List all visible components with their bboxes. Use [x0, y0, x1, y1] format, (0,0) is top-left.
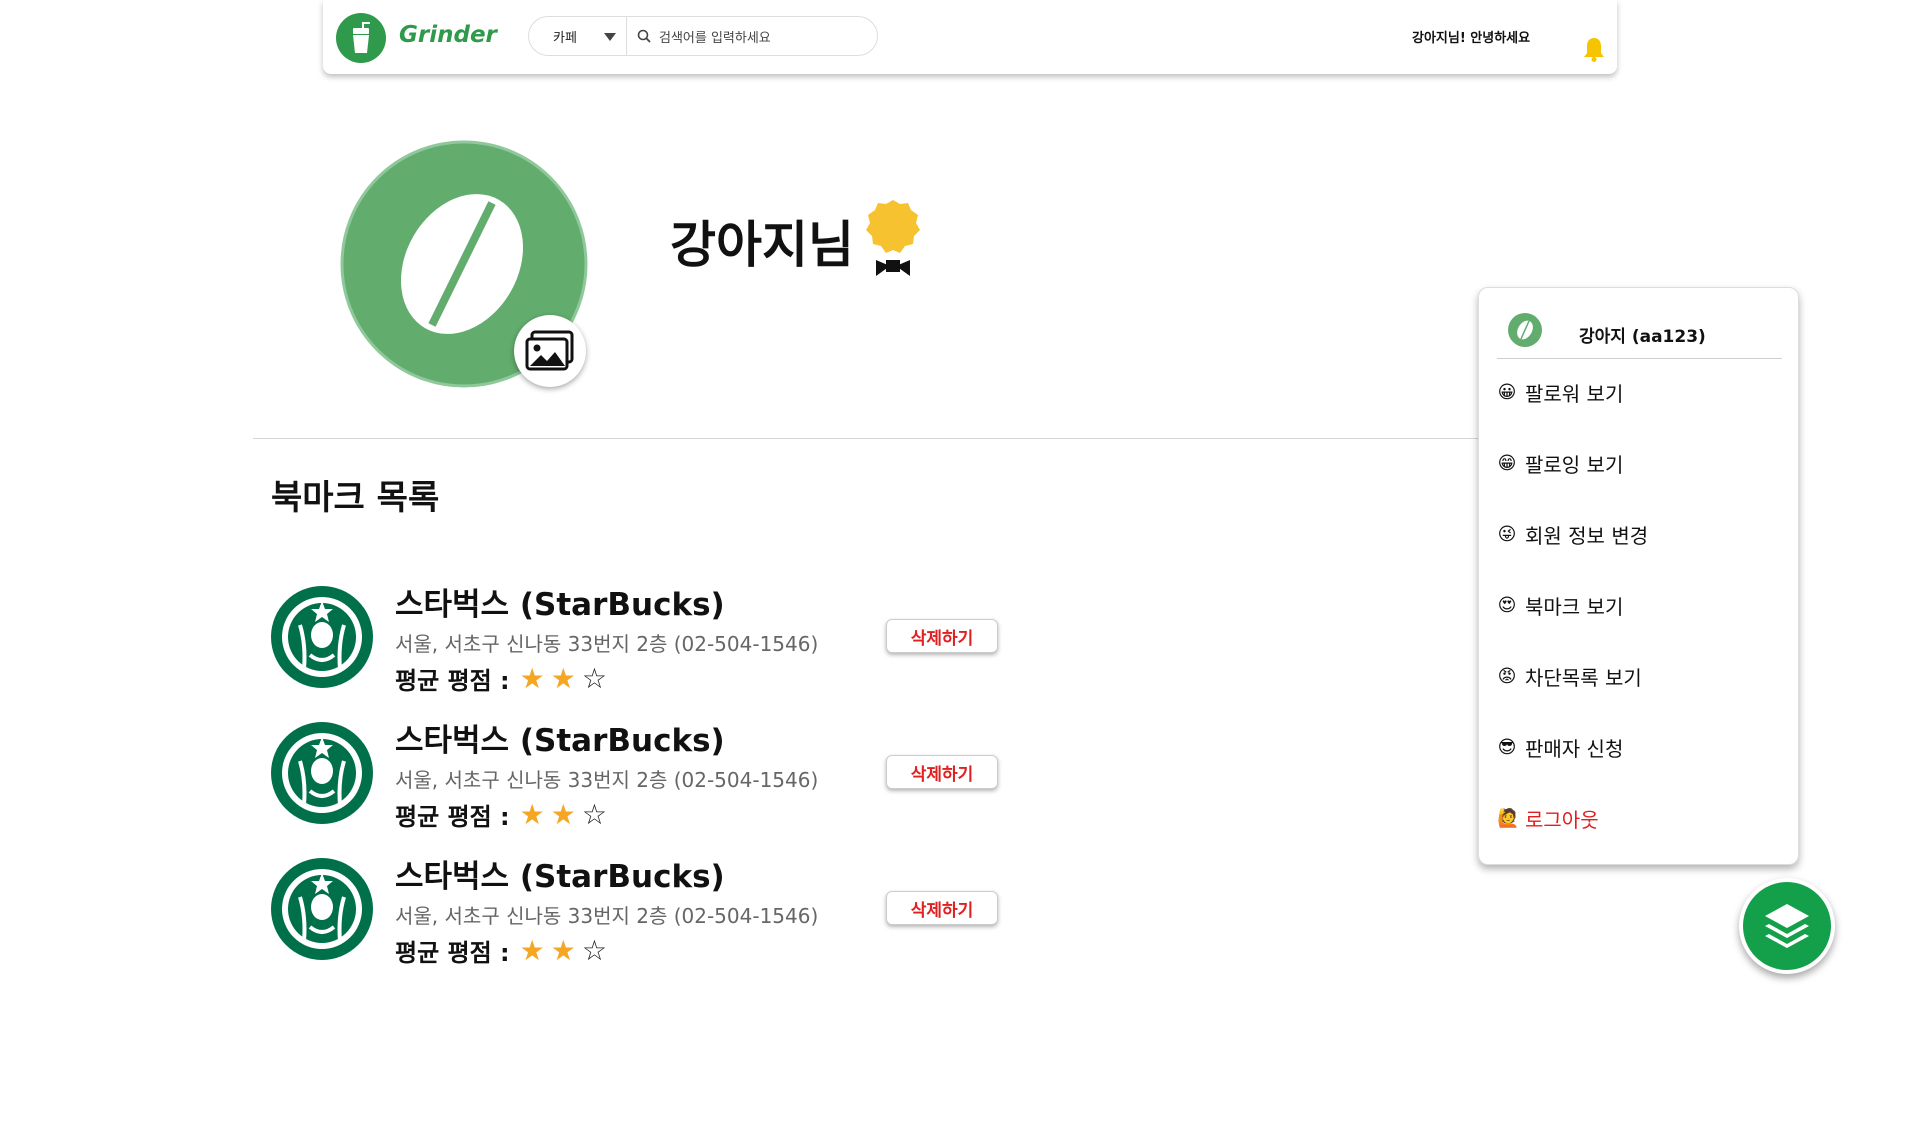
menu-item[interactable]: 😍 북마크 보기 [1497, 591, 1624, 620]
menu-item-label: 판매자 신청 [1525, 737, 1624, 761]
menu-item-label: 북마크 보기 [1525, 595, 1624, 619]
delete-bookmark-button[interactable]: 삭제하기 [886, 619, 998, 653]
grinder-logo-icon[interactable] [336, 13, 386, 63]
badge-icon [866, 200, 920, 276]
image-upload-icon [525, 330, 574, 371]
delete-bookmark-button[interactable]: 삭제하기 [886, 891, 998, 925]
caret-down-icon [604, 33, 616, 41]
change-avatar-button[interactable] [514, 315, 586, 387]
emoji-icon: 😁 [1497, 453, 1517, 474]
menu-item-label: 로그아웃 [1525, 808, 1599, 832]
emoji-icon: 🙋 [1497, 808, 1520, 829]
search-category-value: 카페 [553, 30, 577, 46]
rating-label: 평균 평점 : [395, 803, 510, 831]
profile-name: 강아지님 [670, 216, 854, 274]
bookmark-item[interactable]: 스타벅스 (StarBucks) 서울, 서초구 신나동 33번지 2층 (02… [270, 847, 1070, 967]
menu-item[interactable]: 😡 차단목록 보기 [1497, 662, 1642, 691]
cafe-address: 서울, 서초구 신나동 33번지 2층 (02-504-1546) [395, 632, 819, 656]
menu-item[interactable]: 😎 판매자 신청 [1497, 733, 1624, 762]
starbucks-logo [271, 586, 373, 688]
star-filled-icon: ★ [550, 661, 576, 695]
star-filled-icon: ★ [519, 933, 545, 967]
layers-icon [1765, 904, 1809, 948]
star-empty-icon: ☆ [581, 797, 607, 831]
cafe-rating: 평균 평점 : ★ ★ ☆ [395, 933, 607, 968]
star-filled-icon: ★ [519, 797, 545, 831]
cafe-name[interactable]: 스타벅스 (StarBucks) [395, 715, 725, 760]
rating-label: 평균 평점 : [395, 939, 510, 967]
top-navbar: Grinder 카페 강아지님! 안녕하세요 [323, 0, 1617, 74]
star-empty-icon: ☆ [581, 661, 607, 695]
section-divider [253, 438, 1490, 439]
cafe-address: 서울, 서초구 신나동 33번지 2층 (02-504-1546) [395, 904, 819, 928]
menu-item[interactable]: 🙋 로그아웃 [1497, 804, 1599, 833]
layers-fab-button[interactable] [1739, 878, 1835, 974]
greeting-text: 강아지님! 안녕하세요 [1412, 31, 1531, 46]
emoji-icon: 😍 [1497, 595, 1517, 616]
search-input[interactable] [657, 27, 861, 49]
brand-name[interactable]: Grinder [399, 22, 497, 48]
rating-stars: ★ ★ ☆ [519, 933, 607, 967]
bookmarks-title: 북마크 목록 [271, 478, 440, 518]
search-category-select[interactable]: 카페 [529, 17, 627, 55]
emoji-icon: 😡 [1497, 666, 1517, 687]
menu-item-label: 팔로워 보기 [1525, 382, 1624, 406]
delete-bookmark-button[interactable]: 삭제하기 [886, 755, 998, 789]
search-bar: 카페 [528, 16, 878, 56]
emoji-icon: 😎 [1497, 737, 1517, 758]
starbucks-logo [271, 858, 373, 960]
menu-item[interactable]: 😜 회원 정보 변경 [1497, 520, 1649, 549]
menu-header: 강아지 (aa123) [1497, 308, 1782, 359]
cafe-name[interactable]: 스타벅스 (StarBucks) [395, 579, 725, 624]
rating-stars: ★ ★ ☆ [519, 661, 607, 695]
starbucks-logo [271, 722, 373, 824]
rating-stars: ★ ★ ☆ [519, 797, 607, 831]
cafe-address: 서울, 서초구 신나동 33번지 2층 (02-504-1546) [395, 768, 819, 792]
search-icon [637, 29, 651, 43]
rating-label: 평균 평점 : [395, 667, 510, 695]
menu-username: 강아지 (aa123) [1579, 327, 1706, 347]
cafe-name[interactable]: 스타벅스 (StarBucks) [395, 851, 725, 896]
emoji-icon: 😀 [1497, 382, 1517, 403]
menu-avatar [1508, 313, 1542, 347]
menu-item-label: 차단목록 보기 [1525, 666, 1642, 690]
menu-item[interactable]: 😁 팔로잉 보기 [1497, 449, 1624, 478]
menu-item-label: 회원 정보 변경 [1525, 524, 1649, 548]
cafe-rating: 평균 평점 : ★ ★ ☆ [395, 797, 607, 832]
bookmark-item[interactable]: 스타벅스 (StarBucks) 서울, 서초구 신나동 33번지 2층 (02… [270, 575, 1070, 695]
menu-item-label: 팔로잉 보기 [1525, 453, 1624, 477]
star-empty-icon: ☆ [581, 933, 607, 967]
user-dropdown-menu: 강아지 (aa123) 😀 팔로워 보기 😁 팔로잉 보기 😜 회원 정보 변경 😍 … [1478, 287, 1799, 865]
cafe-rating: 평균 평점 : ★ ★ ☆ [395, 661, 607, 696]
emoji-icon: 😜 [1497, 524, 1517, 545]
star-filled-icon: ★ [550, 797, 576, 831]
bookmark-item[interactable]: 스타벅스 (StarBucks) 서울, 서초구 신나동 33번지 2층 (02… [270, 711, 1070, 831]
menu-item[interactable]: 😀 팔로워 보기 [1497, 378, 1624, 407]
star-filled-icon: ★ [550, 933, 576, 967]
star-filled-icon: ★ [519, 661, 545, 695]
bell-icon[interactable] [1583, 36, 1605, 62]
